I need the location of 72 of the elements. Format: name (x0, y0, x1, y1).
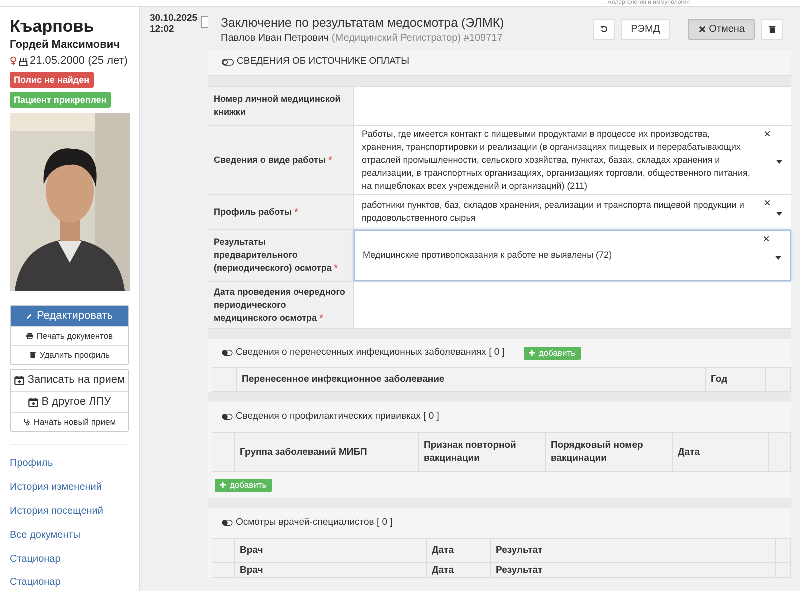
nav-link[interactable]: Профиль (10, 457, 54, 471)
action-button[interactable]: Начать новый прием (11, 412, 128, 431)
action-button[interactable]: Удалить профиль (11, 345, 128, 364)
author-role: (Медицинский Регистратор) #109717 (332, 32, 503, 45)
undo-icon (600, 25, 609, 34)
input-field[interactable] (354, 87, 791, 125)
column-header: Признак повторной вакцинации (424, 439, 518, 465)
cake-icon (19, 56, 28, 66)
nav-link[interactable]: История изменений (10, 481, 102, 495)
column-header: Перенесенное инфекционное заболевание (242, 373, 445, 386)
nav-link[interactable]: Стационар (10, 553, 61, 567)
section-title: Сведения о профилактических прививках [ 0 ] (236, 410, 440, 424)
nav-link[interactable]: Стационар (10, 578, 61, 588)
calendar-icon (14, 375, 25, 386)
patient-name: Гордей Максимович (10, 38, 122, 53)
toggle-icon (222, 59, 234, 66)
field-label: Дата проведения очередного периодического медицинского осмотра * (214, 286, 346, 324)
field-label: Профиль работы * (214, 206, 298, 218)
section-title: СВЕДЕНИЯ ОБ ИСТОЧНИКЕ ОПЛАТЫ (237, 55, 410, 70)
column-header: Врач (240, 544, 264, 557)
toggle-icon (222, 350, 233, 356)
female-icon (10, 56, 17, 66)
plus-icon (220, 482, 226, 488)
toggle-icon (222, 414, 233, 420)
select-field[interactable]: работники пунктов, баз, складов хранения, реализации и транспорта пищевой продукции и продовольственного сырья × (354, 195, 791, 229)
section-title: Сведения о перенесенных инфекционных заболеваниях [ 0 ] (236, 346, 505, 360)
input-field[interactable] (354, 282, 791, 328)
clear-icon[interactable]: × (764, 197, 771, 209)
stethoscope-icon (22, 418, 31, 426)
calendar-icon (28, 396, 39, 408)
select-field[interactable]: Работы, где имеется контакт с пищевыми продуктами в процессе их производства, хранения, транспортировки и реализации (в организациях пищевых и перерабатывающих отраслей промышленности, сельского хозяйства, пунктах, базах, складах хранения и реализации, в транспортных организациях, организациях торговли, общественного питания, на пищеблоках всех учреждений и организаций) (211) × (354, 126, 791, 194)
column-header: Результат (496, 564, 543, 576)
section-title: Осмотры врачей-специалистов [ 0 ] (236, 516, 393, 530)
column-header: Порядковый номер вакцинации (551, 439, 644, 465)
caret-icon (776, 212, 783, 216)
column-header: Дата (678, 446, 700, 458)
document-title: Заключение по результатам медосмотра (ЭЛМК) (221, 15, 506, 32)
caret-icon (776, 160, 783, 164)
column-header: Врач (240, 564, 264, 576)
document-date: 30.10.2025 (150, 13, 198, 24)
toolbar-button[interactable]: Отмена (688, 19, 755, 40)
select-field[interactable]: Медицинские противопоказания к работе не выявлены (72) × (354, 230, 791, 281)
action-button[interactable]: Редактировать (11, 306, 128, 326)
close-icon (698, 25, 708, 34)
birth-date: 21.05.2000 (25 лет) (30, 54, 128, 68)
field-label: Номер личной медицинской книжки (214, 93, 342, 119)
field-label: Сведения о виде работы * (214, 154, 332, 166)
pencil-icon (26, 312, 34, 320)
patient-surname: Къарповь (10, 17, 96, 37)
delete-button[interactable] (761, 19, 783, 40)
author-name: Павлов Иван Петрович (221, 32, 329, 45)
column-header: Дата (432, 564, 454, 576)
undo-button[interactable] (593, 19, 616, 40)
toggle-icon (222, 520, 233, 526)
clear-icon[interactable]: × (764, 128, 771, 140)
column-header: Дата (432, 544, 454, 557)
caret-icon (775, 256, 782, 260)
nav-link[interactable]: Все документы (10, 529, 81, 543)
toolbar-button[interactable]: РЭМД (621, 19, 670, 40)
status-badge: Пациент прикреплен (10, 92, 111, 108)
trash-icon (28, 351, 37, 359)
nav-link[interactable]: История посещений (10, 505, 104, 519)
document-time: 12:02 (150, 24, 174, 35)
field-label: Результаты предварительного (периодического) осмотра * (214, 236, 339, 275)
column-header: Год (711, 373, 728, 386)
plus-icon (528, 350, 535, 356)
column-header: Группа заболеваний МИБП (240, 446, 368, 458)
clear-icon[interactable]: × (762, 233, 770, 245)
trash-icon (768, 25, 776, 34)
printer-icon (26, 332, 34, 340)
column-header: Результат (496, 544, 543, 557)
warning-badge: Полис не найден (10, 72, 94, 88)
